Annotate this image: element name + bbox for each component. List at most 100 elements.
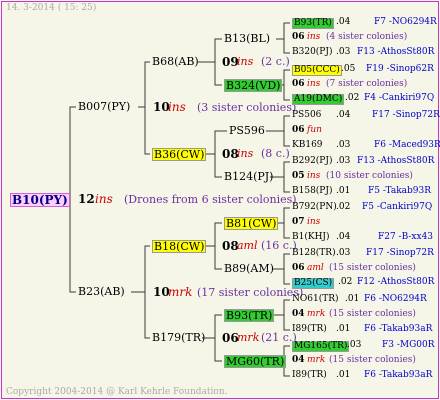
g4-ref: F5 -Cankiri97Q [362, 202, 433, 212]
mmf-id: B93(TR) [224, 309, 275, 322]
root-year: 12 [78, 192, 95, 206]
g4-ref: F6 -Takab93aR [364, 370, 433, 380]
g4-ref: F6 -Takab93aR [364, 324, 433, 334]
g4-ref: F17 -Sinop72R [366, 248, 434, 258]
g4-id: KB169 [292, 140, 323, 150]
g4-id: A19(DMC) [292, 94, 345, 105]
fmf-id: PS596 [229, 124, 265, 137]
g4-val: .02 [338, 277, 353, 287]
g4-id: B128(TR) [292, 248, 336, 258]
father-race: ins [168, 100, 186, 114]
g4-race: ins [307, 171, 321, 181]
g4-val: .05 [341, 64, 356, 74]
g4-ref: F13 -AthosSt80R [357, 156, 435, 166]
g4-race: ins [307, 79, 321, 89]
g4-ref: F19 -Sinop62R [366, 64, 434, 74]
ff-race: ins [237, 55, 254, 68]
mother-note: (17 sister colonies) [197, 286, 304, 299]
g4-ref: F4 -Cankiri97Q [364, 93, 435, 103]
g4-note: (15 sister colonies) [329, 263, 416, 273]
g4-ref: F5 -Takab93R [368, 186, 432, 196]
g4-race: ins [307, 217, 321, 227]
g4-val: .03 [336, 47, 351, 57]
g4-note: (7 sister colonies) [326, 79, 408, 89]
root-race: ins [95, 192, 113, 206]
g4-race: mrk [307, 309, 326, 319]
g4-val: .03 [336, 248, 351, 258]
date-stamp: 14. 3-2014 ( 15: 25) [6, 3, 97, 13]
fmm-id: B124(PJ) [224, 170, 274, 183]
g4-year: 06 [292, 32, 305, 42]
g4-val: .02 [336, 202, 351, 212]
ff-id: B68(AB) [152, 55, 199, 68]
mm-id: B179(TR) [152, 331, 206, 344]
g4-year: 06 [292, 263, 305, 273]
ffm-id: B324(VD) [224, 79, 283, 92]
g4-val: .01 [336, 186, 351, 196]
g4-val: .01 [345, 294, 360, 304]
g4-val: .04 [336, 110, 351, 120]
g4-race: ins [307, 32, 321, 42]
g4-ref: F13 -AthosSt80R [357, 47, 435, 57]
fm-note: (8 c.) [261, 147, 290, 160]
g4-race: mrk [307, 355, 326, 365]
g4-year: 04 [292, 355, 305, 365]
g4-ref: F6 -NO6294R [364, 294, 427, 304]
copyright-notice: Copyright 2004-2014 @ Karl Kehrle Founda… [6, 387, 228, 397]
mm-race: mrk [237, 331, 260, 344]
g4-note: (15 sister colonies) [329, 355, 416, 365]
g4-note: (4 sister colonies) [326, 32, 408, 42]
g4-ref: F7 -NO6294R [374, 17, 437, 27]
g4-id: B1(KHJ) [292, 232, 330, 242]
g4-ref: F27 -B-xx43 [378, 232, 434, 242]
g4-year: 05 [292, 171, 305, 181]
mf-race: aml [237, 239, 258, 252]
g4-race: fun [307, 125, 322, 135]
g4-id: B93(TR) [292, 18, 334, 29]
g4-race: aml [307, 263, 324, 273]
mfm-id: B89(AM) [224, 262, 274, 275]
ff-note: (2 c.) [261, 55, 290, 68]
mother-id: B23(AB) [78, 285, 125, 298]
g4-val: .03 [336, 156, 351, 166]
g4-val: .03 [336, 140, 351, 150]
g4-ref: F12 -AthosSt80R [357, 277, 435, 287]
g4-id: B320(PJ) [292, 47, 333, 57]
g4-ref: F3 -MG00R [382, 340, 435, 350]
g4-val: .01 [336, 324, 351, 334]
fm-race: ins [237, 147, 254, 160]
g4-ref: F17 -Sinop72R [372, 110, 440, 120]
g4-ref: F6 -Maced93R [374, 140, 440, 150]
g4-year: 04 [292, 309, 305, 319]
g4-id: PS506 [292, 110, 322, 120]
root-queen-id: B10(PY) [10, 193, 70, 207]
g4-val: .04 [336, 17, 351, 27]
mmm-id: MG60(TR) [224, 355, 287, 368]
g4-id: I89(TR) [292, 324, 327, 334]
g4-id: B05(CCC) [292, 65, 342, 76]
g4-id: MG165(TR) [292, 341, 350, 352]
father-note: (3 sister colonies) [197, 101, 297, 114]
g4-id: I89(TR) [292, 370, 327, 380]
mff-id: B81(CW) [224, 217, 279, 230]
g4-note: (10 sister colonies) [326, 171, 413, 181]
g4-year: 06 [292, 125, 305, 135]
father-id: B007(PY) [78, 100, 131, 113]
g4-note: (15 sister colonies) [329, 309, 416, 319]
g4-id: B292(PJ) [292, 156, 333, 166]
g4-id: B25(CS) [292, 278, 335, 289]
fm-id: B36(CW) [152, 148, 207, 161]
g4-year: 07 [292, 217, 305, 227]
g4-val: .01 [336, 370, 351, 380]
mother-race: mrk [168, 285, 193, 299]
g4-id: B792(PN) [292, 202, 337, 212]
mf-id: B18(CW) [152, 240, 207, 253]
root-note: (Drones from 6 sister colonies) [124, 193, 297, 206]
g4-id: B158(PJ) [292, 186, 333, 196]
g4-val: .02 [345, 93, 360, 103]
g4-val: .03 [347, 340, 362, 350]
fff-id: B13(BL) [224, 32, 271, 45]
g4-year: 06 [292, 79, 305, 89]
g4-val: .04 [336, 232, 351, 242]
g4-id: NO61(TR) [292, 294, 339, 304]
